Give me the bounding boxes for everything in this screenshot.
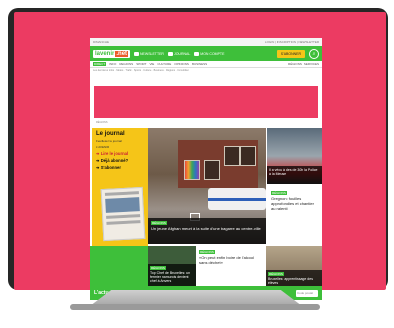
bottom-articles: RÉGIONS Top Chef de Bruxelles: un fermie…: [148, 246, 322, 286]
b3-title[interactable]: Bruxelles: apprentissage des élèves: [268, 277, 313, 285]
nav-item-sport[interactable]: SPORT: [136, 62, 146, 66]
newsletter-label: NEWSLETTER: [140, 51, 164, 56]
hero-building: [178, 140, 258, 188]
window: [184, 160, 200, 180]
nav-item-opinions[interactable]: OPINIONS: [174, 62, 189, 66]
nav-right: RÉGIONS SERVICES: [288, 62, 319, 66]
already-subscribed-label: Déjà abonné?: [100, 158, 129, 163]
nav-item-vie[interactable]: VIE: [149, 62, 154, 66]
top-bar-left: DIMANCHE: [93, 40, 110, 44]
b1-title[interactable]: Top Chef de Bruxelles: un fermier namuro…: [150, 271, 190, 283]
side2-tag: RÉGIONS: [271, 191, 287, 195]
bottom-article-3[interactable]: RÉGIONS Bruxelles: apprentissage des élè…: [266, 246, 322, 286]
journal-button[interactable]: JOURNAL: [167, 51, 191, 56]
van-stripe: [208, 198, 266, 201]
read-journal-link[interactable]: ➔ Lire le journal: [96, 151, 144, 156]
account-label: MON COMPTE: [200, 51, 225, 56]
journal-panel: Le journal Feuilletez le journal L'AVENI…: [92, 128, 148, 248]
logo-net: .net: [115, 50, 129, 57]
side2-title[interactable]: Gregnon: fouilles approfondies et chanti…: [271, 196, 314, 211]
newspaper-thumbnail[interactable]: [100, 186, 146, 242]
b2-title[interactable]: «On peut enfin boire de l'alcool sans dé…: [199, 255, 254, 265]
journal-subtitle-2: L'AVENIR: [96, 145, 110, 149]
window: [240, 146, 256, 166]
main-nav: DIRECT INFO REGIONS SPORT VIE CULTURE OP…: [90, 61, 322, 68]
website: DIMANCHE LOGIN | INSCRIPTION | NEWSLETTE…: [90, 38, 322, 300]
journal-title: Le journal: [96, 131, 125, 137]
hero-title[interactable]: Un jeune Afghan meurt à la suite d'une b…: [151, 226, 261, 231]
police-van: [208, 188, 266, 210]
b3-tag: RÉGIONS: [268, 272, 284, 276]
nav-right-services[interactable]: SERVICES: [304, 62, 319, 66]
subscribe-button[interactable]: S'ABONNER: [276, 49, 305, 58]
b3-caption: RÉGIONS Bruxelles: apprentissage des élè…: [266, 270, 322, 286]
window: [224, 146, 240, 166]
nav-item-regions[interactable]: REGIONS: [119, 62, 133, 66]
nav-item-business[interactable]: BUSINESS: [192, 62, 207, 66]
newsletter-button[interactable]: NEWSLETTER: [134, 51, 164, 56]
hero-tag: RÉGIONS: [151, 221, 167, 225]
journal-subtitle: Feuilletez le journal: [96, 139, 122, 143]
postal-code-input[interactable]: Code postal: [296, 289, 318, 297]
hero-article[interactable]: RÉGIONS Un jeune Afghan meurt à la suite…: [148, 128, 266, 244]
paper-line: [106, 220, 141, 225]
nav-right-regions[interactable]: RÉGIONS: [288, 62, 302, 66]
subscribe-link[interactable]: ➔ S'abonner: [96, 165, 144, 170]
b2-tag: RÉGIONS: [199, 250, 215, 254]
ticker[interactable]: Les dernières infos · Météo · Trafic · S…: [90, 68, 322, 73]
top-bar: DIMANCHE LOGIN | INSCRIPTION | NEWSLETTE…: [90, 38, 322, 46]
read-journal-label: Lire le journal: [100, 151, 129, 156]
side1-title[interactable]: Il a vécu à des de 30h la Police à la Me…: [269, 168, 317, 176]
site-logo[interactable]: lavenir .net: [93, 49, 131, 58]
live-tab[interactable]: DIRECT: [93, 62, 107, 66]
logo-text: lavenir: [95, 50, 115, 57]
nav-item-culture[interactable]: CULTURE: [157, 62, 171, 66]
header: lavenir .net NEWSLETTER JOURNAL MON COMPT…: [90, 46, 322, 61]
ad-banner[interactable]: [94, 86, 318, 118]
search-icon[interactable]: ⌕: [309, 48, 319, 59]
paper-line: [104, 191, 139, 196]
paper-line: [106, 214, 141, 219]
window: [204, 160, 220, 180]
already-subscribed-link[interactable]: ➔ Déjà abonné?: [96, 158, 144, 163]
mail-icon: [134, 51, 140, 56]
subscribe-link-label: S'abonner: [100, 165, 121, 170]
newspaper-icon: [167, 51, 173, 56]
green-block: [90, 246, 148, 286]
side-article-1[interactable]: Il a vécu à des de 30h la Police à la Me…: [267, 128, 322, 184]
top-bar-right[interactable]: LOGIN | INSCRIPTION | NEWSLETTER: [265, 40, 319, 44]
b1-tag: RÉGIONS: [150, 266, 166, 270]
b1-caption: RÉGIONS Top Chef de Bruxelles: un fermie…: [148, 264, 196, 286]
account-button[interactable]: MON COMPTE: [194, 51, 225, 56]
side1-caption: Il a vécu à des de 30h la Police à la Me…: [267, 166, 322, 184]
bottom-article-2[interactable]: RÉGIONS «On peut enfin boire de l'alcool…: [196, 246, 266, 286]
user-icon: [194, 51, 200, 56]
monitor-base: [70, 304, 320, 310]
bottom-article-1[interactable]: RÉGIONS Top Chef de Bruxelles: un fermie…: [148, 246, 196, 286]
hero-caption: RÉGIONS Un jeune Afghan meurt à la suite…: [148, 218, 266, 244]
side-article-2[interactable]: RÉGIONS Gregnon: fouilles approfondies e…: [267, 186, 322, 246]
journal-label: JOURNAL: [173, 51, 191, 56]
paper-image: [105, 197, 140, 213]
nav-item-info[interactable]: INFO: [109, 62, 116, 66]
